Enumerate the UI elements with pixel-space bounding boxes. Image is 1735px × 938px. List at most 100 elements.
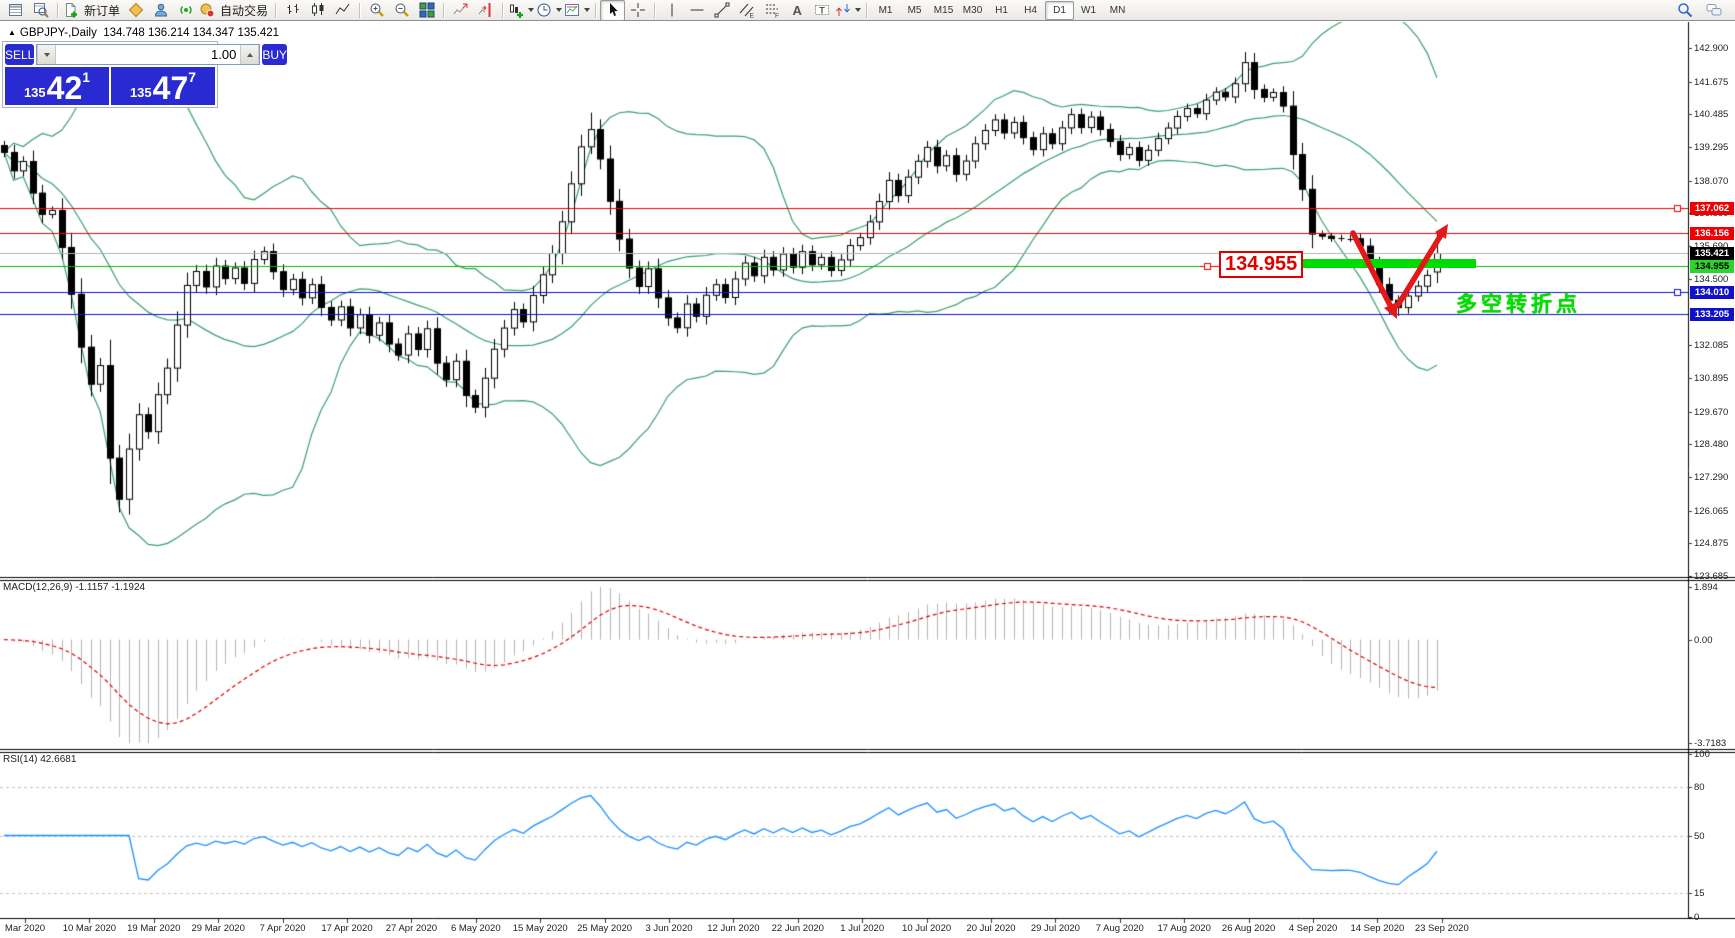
crosshair-button[interactable]: [625, 0, 650, 21]
toolbar-separator: [595, 2, 597, 18]
autotrading-label: 自动交易: [220, 3, 269, 18]
price-badge: 134.955: [1690, 259, 1734, 273]
tf-button-M15[interactable]: M15: [929, 1, 958, 20]
volume-increase-button[interactable]: [240, 45, 260, 64]
cursor-icon: [609, 3, 618, 16]
signals-icon: [179, 5, 192, 15]
date-tick-label: 29 Jul 2020: [1030, 923, 1080, 934]
cursor-button[interactable]: [600, 0, 626, 21]
text-button[interactable]: A: [784, 0, 809, 21]
price-tick-label: 139.295: [1694, 142, 1729, 154]
fibonacci-icon: F: [765, 4, 779, 18]
mt4-terminal: 新订单 自动交易 E F A T M1 M5 M15 M30 H1 H4 D1 …: [0, 0, 1735, 938]
price-tick-label: 123.685: [1694, 570, 1729, 582]
templates-icon: [565, 4, 580, 16]
data-window-icon: [33, 3, 49, 18]
svg-text:E: E: [749, 13, 754, 19]
signals-button[interactable]: [173, 0, 198, 21]
new-chart-button[interactable]: [507, 0, 535, 21]
text-label-button[interactable]: T: [809, 0, 834, 21]
tf-button-M5[interactable]: M5: [900, 1, 929, 20]
tf-button-M1[interactable]: M1: [871, 1, 900, 20]
date-tick-label: 10 Mar 2020: [62, 923, 117, 934]
fibonacci-button[interactable]: F: [759, 0, 784, 21]
metaeditor-icon: [128, 2, 143, 18]
timeframe-group: M1 M5 M15 M30 H1 H4 D1 W1 MN: [871, 0, 1132, 20]
auto-scroll-button[interactable]: [448, 0, 473, 21]
tile-windows-button[interactable]: [414, 0, 439, 21]
date-tick-label: 15 May 2020: [512, 923, 568, 934]
toolbar-right-group: [1672, 0, 1732, 21]
chart-shift-button[interactable]: [473, 0, 498, 21]
bar-chart-button[interactable]: [280, 0, 305, 21]
tf-button-H4[interactable]: H4: [1016, 1, 1045, 20]
chart-shift-icon: [478, 3, 491, 17]
date-tick-label: 19 Mar 2020: [127, 923, 181, 934]
date-tick-label: 7 Aug 2020: [1095, 923, 1144, 934]
autotrading-button[interactable]: 自动交易: [198, 0, 271, 21]
tf-button-MN[interactable]: MN: [1103, 1, 1132, 20]
turning-point-label: 多空转折点: [1456, 293, 1581, 316]
date-tick-label: 12 Jun 2020: [707, 923, 760, 934]
one-click-trading-panel: SELL BUY 135421 135477: [2, 41, 288, 108]
buy-price-sup: 7: [188, 69, 197, 85]
zoom-out-button[interactable]: [389, 0, 414, 21]
market-watch-button[interactable]: [3, 0, 28, 21]
auto-scroll-icon: [453, 3, 468, 15]
volume-input[interactable]: [56, 45, 241, 64]
tf-button-M30[interactable]: M30: [958, 1, 987, 20]
trendline-icon: [714, 2, 730, 18]
equidistant-channel-button[interactable]: E: [734, 0, 759, 21]
chat-icon: [1706, 4, 1721, 16]
new-order-button[interactable]: 新订单: [62, 0, 123, 21]
text-icon: A: [792, 3, 802, 18]
macd-indicator-label: MACD(12,26,9) -1.1157 -1.1924: [3, 582, 146, 593]
date-tick-label: Mar 2020: [4, 923, 46, 934]
trendline-button[interactable]: [709, 0, 734, 21]
horizontal-line-button[interactable]: [684, 0, 709, 21]
sell-price-tile[interactable]: 135 42 1: [5, 67, 109, 105]
price-tick-label: 130.895: [1694, 372, 1729, 384]
date-tick-label: 3 Jun 2020: [645, 923, 693, 934]
tf-button-D1[interactable]: D1: [1045, 0, 1075, 20]
search-button[interactable]: [1672, 0, 1697, 21]
toolbar-separator: [275, 2, 277, 18]
line-chart-button[interactable]: [330, 0, 355, 21]
new-order-label: 新订单: [84, 3, 121, 18]
price-tick-label: 128.480: [1694, 439, 1729, 451]
chat-button[interactable]: [1701, 0, 1726, 21]
vertical-line-button[interactable]: [659, 0, 684, 21]
macd-tick-label: -3.7183: [1694, 737, 1727, 749]
support-zone-bar[interactable]: [1302, 259, 1476, 268]
tf-button-W1[interactable]: W1: [1074, 1, 1103, 20]
tf-button-H1[interactable]: H1: [987, 1, 1016, 20]
chart-canvas[interactable]: [0, 0, 1735, 938]
periods-button[interactable]: [535, 0, 563, 21]
price-badge: 135.421: [1690, 246, 1734, 260]
navigator-icon: [154, 3, 167, 17]
support-price-label[interactable]: 134.955: [1219, 251, 1304, 278]
data-window-button[interactable]: [28, 0, 53, 21]
sell-button[interactable]: SELL: [5, 44, 35, 65]
buy-button[interactable]: BUY: [262, 44, 288, 65]
buy-price-tile[interactable]: 135 47 7: [111, 67, 215, 105]
price-tick-label: 127.290: [1694, 471, 1729, 483]
zoom-in-button[interactable]: [364, 0, 389, 21]
toolbar-separator: [57, 2, 58, 18]
rsi-tick-label: 80: [1694, 781, 1705, 793]
chart-title: ▲ GBPJPY-,Daily 134.748 136.214 134.347 1…: [8, 27, 279, 39]
candlestick-chart-button[interactable]: [305, 0, 330, 21]
arrows-button[interactable]: [834, 0, 862, 21]
crosshair-icon: [630, 3, 645, 17]
main-toolbar: 新订单 自动交易 E F A T M1 M5 M15 M30 H1 H4 D1 …: [0, 0, 1735, 21]
candlestick-chart-icon: [311, 3, 324, 16]
volume-decrease-button[interactable]: [37, 45, 57, 64]
caret-down-icon: [43, 52, 50, 57]
date-tick-label: 26 Aug 2020: [1221, 923, 1276, 934]
metaeditor-button[interactable]: [123, 0, 148, 21]
navigator-button[interactable]: [148, 0, 173, 21]
templates-button[interactable]: [563, 0, 591, 21]
macd-tick-label: 0.00: [1694, 634, 1713, 646]
price-badge: 133.205: [1690, 307, 1734, 321]
rsi-tick-label: 50: [1694, 830, 1705, 842]
